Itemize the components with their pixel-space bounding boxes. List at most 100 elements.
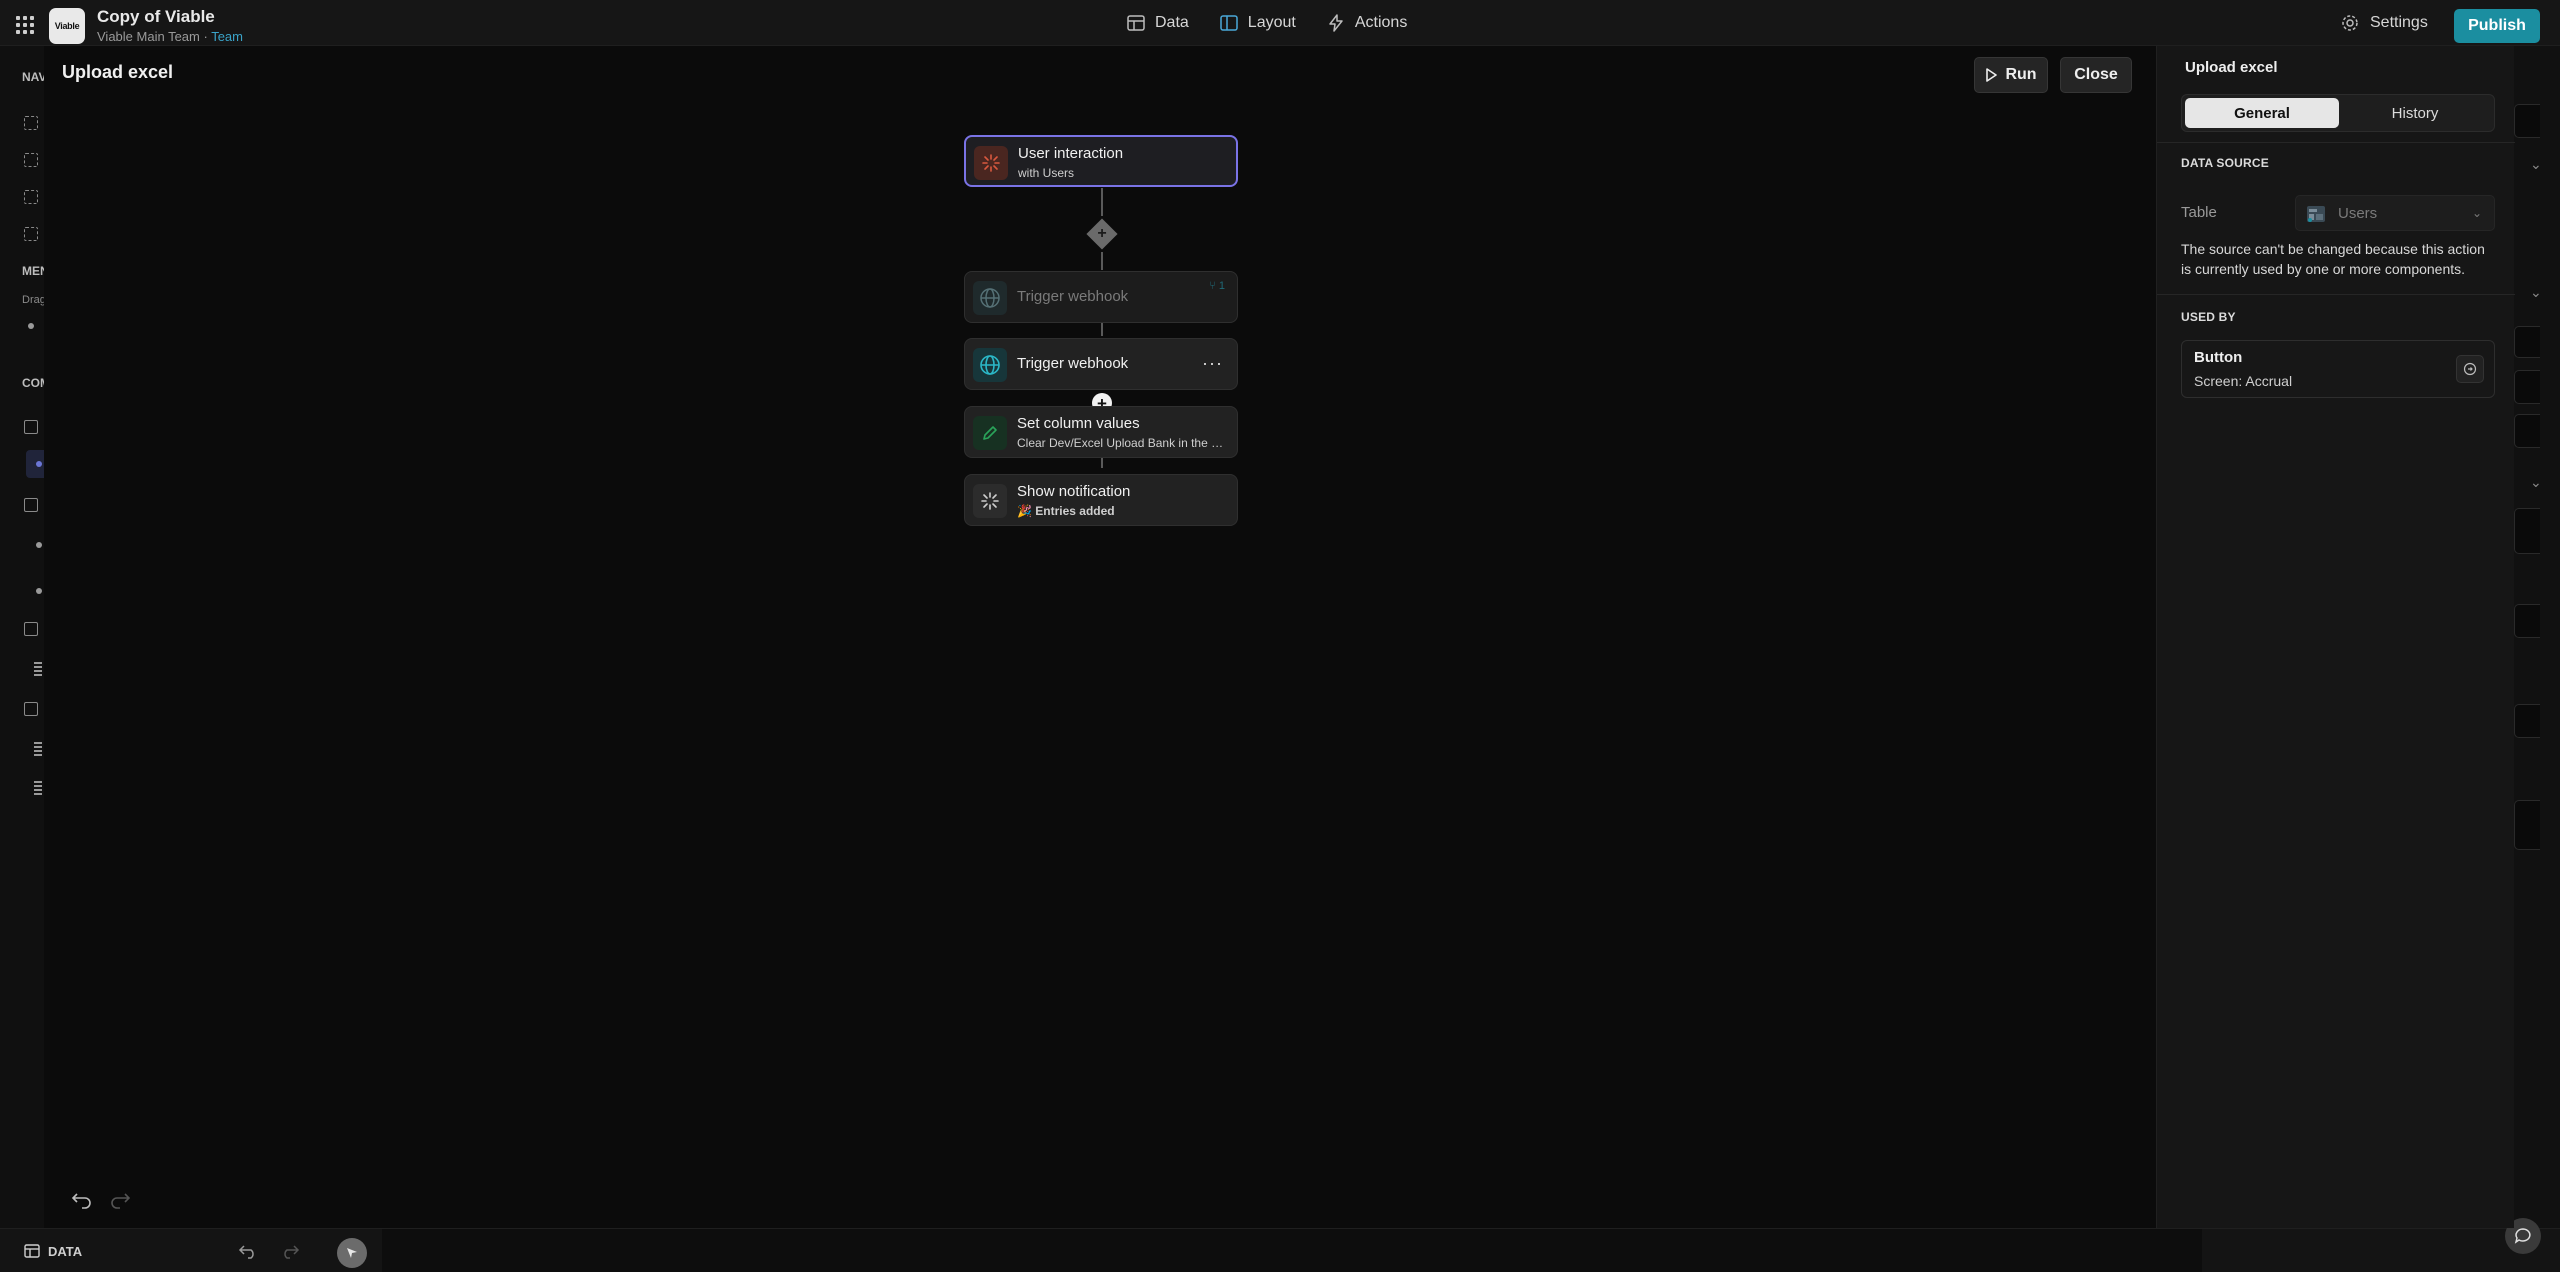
property-field[interactable] — [2514, 414, 2540, 448]
connector-line — [1101, 188, 1103, 216]
table-icon — [1127, 15, 1145, 31]
apps-grid-icon[interactable] — [16, 16, 34, 34]
node-subtitle: with Users — [1018, 166, 1075, 180]
node-title: Trigger webhook — [1017, 355, 1129, 372]
layout-icon — [1220, 15, 1238, 31]
table-icon — [24, 1244, 40, 1258]
redo-icon[interactable] — [108, 1189, 132, 1211]
node-title: User interaction — [1018, 145, 1124, 162]
container-icon[interactable] — [24, 702, 38, 716]
publish-button[interactable]: Publish — [2454, 9, 2540, 43]
property-field[interactable] — [2514, 104, 2540, 138]
screen-icon[interactable] — [24, 116, 38, 130]
go-to-icon — [2463, 362, 2477, 376]
add-branch-button[interactable]: + — [1086, 218, 1118, 250]
used-by-heading: USED BY — [2181, 310, 2236, 324]
settings-label: Settings — [2370, 14, 2428, 31]
go-to-component-button[interactable] — [2456, 355, 2484, 383]
connector-line — [1101, 252, 1103, 270]
property-field[interactable] — [2514, 370, 2540, 404]
list-icon[interactable] — [34, 742, 42, 756]
redo-icon[interactable] — [280, 1243, 300, 1259]
list-icon[interactable] — [34, 781, 42, 795]
screen-icon[interactable] — [24, 190, 38, 204]
panel-tabs: General History — [2181, 94, 2495, 132]
notification-icon — [973, 484, 1007, 518]
divider — [2157, 142, 2515, 143]
run-label: Run — [2005, 66, 2037, 83]
undo-icon[interactable] — [238, 1243, 258, 1259]
nav-layout[interactable]: Layout — [1219, 13, 1296, 33]
settings-button[interactable]: Settings — [2340, 13, 2428, 33]
nav-data-label: Data — [1155, 14, 1189, 31]
app-name[interactable]: Copy of Viable — [97, 7, 215, 27]
container-icon[interactable] — [24, 498, 38, 512]
cursor-tool-icon[interactable] — [337, 1238, 367, 1268]
screen-icon[interactable] — [24, 227, 38, 241]
property-field[interactable] — [2514, 326, 2540, 358]
list-icon[interactable] — [34, 662, 42, 676]
container-icon[interactable] — [24, 420, 38, 434]
flow-node-set-values[interactable]: Set column values Clear Dev/Excel Upload… — [964, 406, 1238, 458]
nav-section-label: NAV — [22, 70, 47, 84]
property-field[interactable] — [2514, 508, 2540, 554]
app-logo[interactable]: Viable — [49, 8, 85, 44]
tab-history[interactable]: History — [2338, 98, 2492, 128]
node-title: Show notification — [1017, 483, 1131, 500]
node-subtitle: 🎉 Entries added — [1017, 504, 1115, 518]
branch-count: 1 — [1218, 280, 1225, 292]
data-source-note: The source can't be changed because this… — [2181, 241, 2485, 277]
flow-node-webhook-disabled[interactable]: Trigger webhook ⑂ 1 — [964, 271, 1238, 323]
team-separator: · — [199, 29, 212, 44]
app-team: Viable Main Team · Team — [97, 29, 243, 44]
add-branch-label: + — [1097, 225, 1107, 242]
properties-strip — [2514, 46, 2560, 1242]
property-field[interactable] — [2514, 704, 2540, 738]
top-bar: Viable Copy of Viable Viable Main Team ·… — [0, 0, 2560, 46]
property-field[interactable] — [2514, 800, 2540, 850]
chevron-down-icon[interactable]: ⌄ — [2530, 474, 2542, 491]
selected-component[interactable] — [26, 450, 44, 478]
close-button[interactable]: Close — [2060, 57, 2132, 93]
branch-count-badge[interactable]: ⑂ 1 — [1209, 280, 1225, 292]
action-title: Upload excel — [62, 62, 174, 82]
container-icon[interactable] — [24, 622, 38, 636]
flow-node-notification[interactable]: Show notification 🎉 Entries added — [964, 474, 1238, 526]
team-name: Viable Main Team — [97, 29, 200, 44]
canvas-footer — [382, 1229, 2202, 1272]
connector-line — [1101, 322, 1103, 336]
action-editor: Upload excel Run Close + User interactio… — [44, 46, 2156, 1228]
more-options-icon[interactable]: ··· — [1202, 353, 1223, 374]
nav-data[interactable]: Data — [1126, 13, 1189, 33]
undo-icon[interactable] — [70, 1189, 94, 1211]
team-badge[interactable]: Team — [211, 29, 243, 44]
used-by-subtitle: Screen: Accrual — [2194, 373, 2293, 389]
property-field[interactable] — [2514, 604, 2540, 638]
nav-actions-label: Actions — [1354, 14, 1408, 31]
used-by-card[interactable]: Button Screen: Accrual — [2181, 340, 2495, 398]
chevron-down-icon[interactable]: ⌄ — [2530, 284, 2542, 301]
globe-icon — [973, 281, 1007, 315]
flow-node-webhook[interactable]: Trigger webhook ··· — [964, 338, 1238, 390]
user-interaction-icon — [974, 146, 1008, 180]
chevron-down-icon[interactable]: ⌄ — [2530, 156, 2542, 173]
nav-actions[interactable]: Actions — [1326, 13, 1407, 33]
run-button[interactable]: Run — [1974, 57, 2048, 93]
data-toggle-label: DATA — [48, 1243, 83, 1259]
data-toggle[interactable]: DATA — [24, 1243, 82, 1259]
user-icon[interactable] — [28, 323, 34, 329]
component-dot[interactable] — [36, 542, 42, 548]
table-source-icon — [2307, 206, 2325, 222]
node-title: Set column values — [1017, 415, 1140, 432]
table-select[interactable]: Users ⌄ — [2295, 195, 2495, 231]
flow-node-trigger[interactable]: User interaction with Users — [964, 135, 1238, 187]
left-sidebar: NAV MEN Drag COM — [0, 46, 50, 1242]
lightning-icon — [1329, 14, 1343, 32]
nav-layout-label: Layout — [1247, 14, 1296, 31]
chevron-down-icon: ⌄ — [2471, 206, 2482, 220]
menu-hint: Drag — [22, 294, 46, 306]
component-dot[interactable] — [36, 588, 42, 594]
screen-icon[interactable] — [24, 153, 38, 167]
tab-general[interactable]: General — [2185, 98, 2339, 128]
pencil-icon — [973, 416, 1007, 450]
